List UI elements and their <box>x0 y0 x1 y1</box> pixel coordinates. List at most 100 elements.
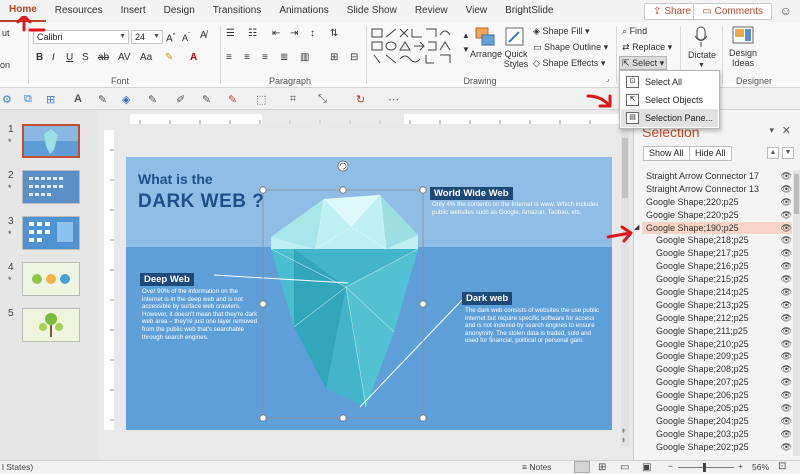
slide-sorter-icon[interactable]: ⊞ <box>598 462 606 473</box>
tab-view[interactable]: View <box>457 0 497 22</box>
selection-list-item[interactable]: Google Shape;211;p25 👁 <box>642 325 792 338</box>
eyedropper-icon[interactable]: ✎ <box>98 93 107 106</box>
selection-list-item[interactable]: Google Shape;216;p25 👁 <box>642 260 792 273</box>
fit-to-window-icon[interactable]: ⊡ <box>778 461 786 472</box>
chevron-down-icon[interactable]: ▾ <box>769 125 774 136</box>
visibility-eye-icon[interactable]: 👁 <box>781 350 792 363</box>
bring-forward-icon[interactable]: ▲ <box>767 147 779 159</box>
canvas-vertical-scrollbar[interactable]: ⇞ ⇟ <box>621 128 629 446</box>
visibility-eye-icon[interactable]: 👁 <box>781 170 792 183</box>
align-left-icon[interactable]: ≡ <box>226 52 232 64</box>
rotate-handle-icon[interactable] <box>337 160 349 172</box>
selection-list-item[interactable]: Google Shape;206;p25 👁 <box>642 389 792 402</box>
dialog-launcher-icon[interactable]: ⌟ <box>606 74 609 86</box>
selection-list-item[interactable]: Google Shape;209;p25 👁 <box>642 350 792 363</box>
resize-handle[interactable] <box>339 186 347 194</box>
visibility-eye-icon[interactable]: 👁 <box>781 299 792 312</box>
crop-icon[interactable]: ⌗ <box>290 93 296 106</box>
send-backward-icon[interactable]: ▼ <box>782 147 794 159</box>
eyedropper-icon[interactable]: ✎ <box>202 93 211 106</box>
slide-canvas[interactable]: What is the DARK WEB ? World Wide Web On… <box>126 157 612 430</box>
resize-handle[interactable] <box>259 300 267 308</box>
zoom-out-icon[interactable]: − <box>668 461 673 471</box>
slide-thumbnail-1[interactable] <box>22 124 80 158</box>
share-button[interactable]: ⇪ Share <box>643 3 700 20</box>
reading-view-icon[interactable]: ▭ <box>620 462 629 473</box>
underline-icon[interactable]: U <box>66 52 73 64</box>
normal-view-icon[interactable] <box>574 461 590 473</box>
selection-list-item[interactable]: Google Shape;212;p25 👁 <box>642 312 792 325</box>
resize-handle[interactable] <box>339 414 347 422</box>
decrease-indent-icon[interactable]: ⇤ <box>272 28 280 40</box>
shape-effects-button[interactable]: ◇ Shape Effects ▾ <box>533 58 605 69</box>
text-direction-icon[interactable]: ⇅ <box>330 28 338 40</box>
selection-list-item[interactable]: Google Shape;215;p25 👁 <box>642 273 792 286</box>
visibility-eye-icon[interactable]: 👁 <box>781 402 792 415</box>
select-objects-icon[interactable]: ⬚ <box>256 93 266 106</box>
selection-list-item[interactable]: Google Shape;204;p25 👁 <box>642 415 792 428</box>
tab-brightslide[interactable]: BrightSlide <box>496 0 562 22</box>
tab-insert[interactable]: Insert <box>112 0 155 22</box>
slide-title-line1[interactable]: What is the <box>138 171 213 187</box>
align-center-icon[interactable]: ≡ <box>244 52 250 64</box>
selection-list-item[interactable]: Google Shape;210;p25 👁 <box>642 338 792 351</box>
scrollbar-thumb[interactable] <box>622 138 628 198</box>
selection-pane-scrollbar[interactable] <box>793 170 800 456</box>
slide-thumbnail-5[interactable] <box>22 308 80 342</box>
strikethrough-icon[interactable]: ab <box>98 52 109 64</box>
increase-indent-icon[interactable]: ⇥ <box>290 28 298 40</box>
slide-thumbnail-4[interactable] <box>22 262 80 296</box>
selection-list-item[interactable]: Google Shape;202;p25 👁 <box>642 441 792 454</box>
visibility-eye-icon[interactable]: 👁 <box>781 363 792 376</box>
menu-item-select-objects[interactable]: ⇱ Select Objects <box>621 91 718 109</box>
visibility-eye-icon[interactable]: 👁 <box>781 415 792 428</box>
align-right-icon[interactable]: ≡ <box>262 52 268 64</box>
rotate-icon[interactable]: ↻ <box>356 93 365 106</box>
selection-list-item[interactable]: Google Shape;214;p25 👁 <box>642 286 792 299</box>
tab-design[interactable]: Design <box>155 0 204 22</box>
fill-color-icon[interactable]: ◈ <box>122 93 130 106</box>
hide-all-button[interactable]: Hide All <box>689 146 732 161</box>
resize-handle[interactable] <box>419 414 427 422</box>
clear-format-icon[interactable]: A̸ <box>200 30 207 42</box>
justify-icon[interactable]: ≣ <box>280 52 288 64</box>
design-ideas-button[interactable]: Design Ideas <box>728 48 758 68</box>
numbering-icon[interactable]: ☷ <box>248 28 257 40</box>
selection-list-item[interactable]: Google Shape;218;p25 👁 <box>642 234 792 247</box>
deep-web-text[interactable]: Over 90% of the information on the inter… <box>142 288 260 341</box>
highlight-icon[interactable]: ✎ <box>165 52 173 64</box>
visibility-eye-icon[interactable]: 👁 <box>781 428 792 441</box>
font-name-field[interactable]: Calibri ▼ <box>33 30 129 44</box>
resize-icon[interactable]: ⤡ <box>318 93 327 106</box>
eyedropper-icon[interactable]: ✎ <box>148 93 157 106</box>
italic-icon[interactable]: I <box>52 52 55 64</box>
visibility-eye-icon[interactable]: 👁 <box>781 389 792 402</box>
smartart-icon[interactable]: ⊟ <box>350 52 358 64</box>
visibility-eye-icon[interactable]: 👁 <box>781 273 792 286</box>
resize-handle[interactable] <box>419 186 427 194</box>
selection-list-item[interactable]: Google Shape;203;p25 👁 <box>642 428 792 441</box>
arrange-button[interactable]: Arrange <box>470 49 502 59</box>
tab-slide-show[interactable]: Slide Show <box>338 0 406 22</box>
notes-button[interactable]: ≡ Notes <box>522 462 552 472</box>
replace-button[interactable]: ⇄ Replace ▾ <box>622 42 672 53</box>
decrease-font-icon[interactable]: Aˇ <box>182 30 190 44</box>
visibility-eye-icon[interactable]: 👁 <box>781 247 792 260</box>
selection-list-item[interactable]: Google Shape;217;p25 👁 <box>642 247 792 260</box>
zoom-slider[interactable] <box>678 467 734 468</box>
menu-item-select-all[interactable]: ⊡ Select All <box>621 73 718 91</box>
visibility-eye-icon[interactable]: 👁 <box>781 183 792 196</box>
scrollbar-thumb[interactable] <box>794 174 799 214</box>
dark-web-text[interactable]: The dark web consists of websites the us… <box>465 307 603 345</box>
zoom-slider-thumb[interactable] <box>703 463 706 472</box>
align-icon[interactable]: ⊞ <box>46 93 55 106</box>
language-status[interactable]: l States) <box>2 462 33 472</box>
visibility-eye-icon[interactable]: 👁 <box>781 209 792 222</box>
quick-styles-button[interactable]: Quick Styles <box>502 49 530 69</box>
clipboard-more-label[interactable]: on <box>0 60 10 70</box>
shape-fill-button[interactable]: ◈ Shape Fill ▾ <box>533 26 590 37</box>
group-icon[interactable]: ⧉ <box>24 93 32 106</box>
close-icon[interactable]: ✕ <box>782 124 791 137</box>
bold-icon[interactable]: B <box>36 52 43 64</box>
selection-list-item[interactable]: Google Shape;205;p25 👁 <box>642 402 792 415</box>
